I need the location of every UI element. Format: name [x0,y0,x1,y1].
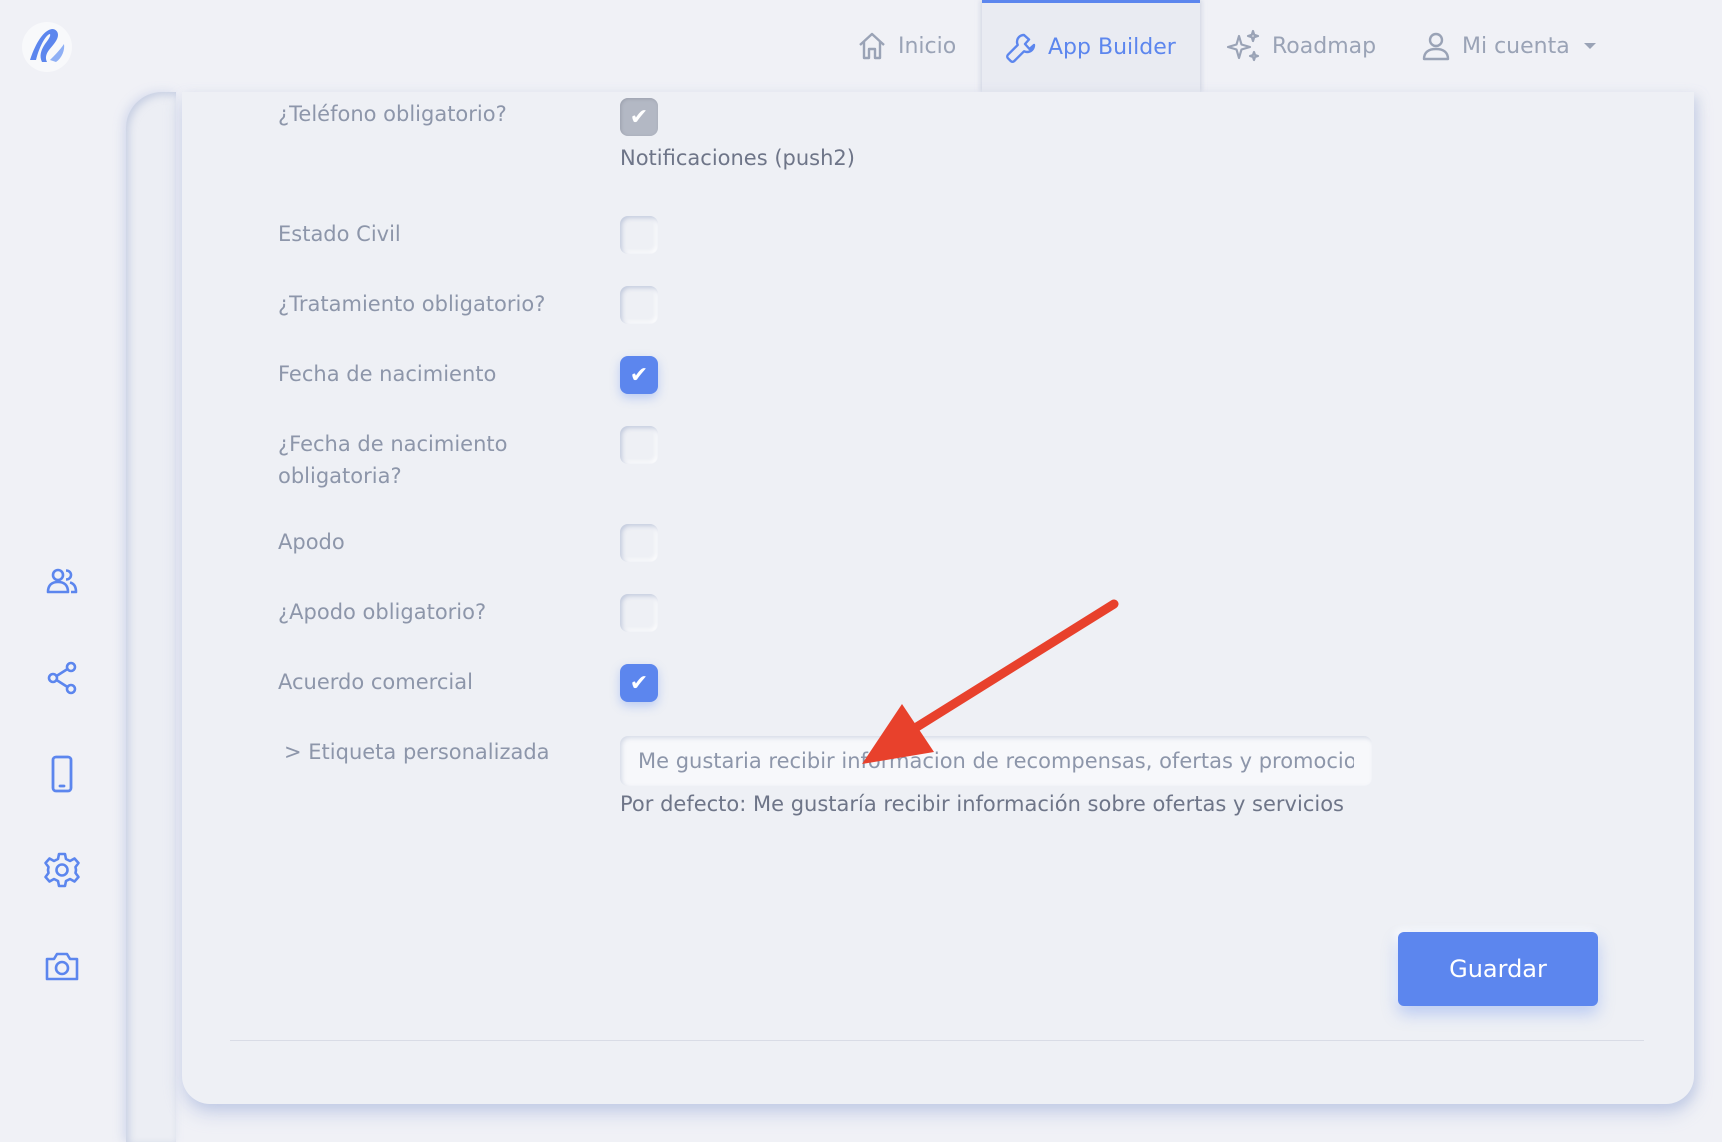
settings-card: ¿Teléfono obligatorio? ✔ Notificaciones … [182,92,1694,1104]
user-icon [1422,32,1450,61]
row-label-apodo-obligatorio: ¿Apodo obligatorio? [278,600,487,624]
sparkles-icon [1226,29,1260,62]
checkbox-acuerdo-comercial[interactable]: ✔ [620,664,658,702]
row-label-fecha-nacimiento: Fecha de nacimiento [278,362,497,386]
nav-roadmap-label: Roadmap [1272,33,1377,59]
notificaciones-note: Notificaciones (push2) [620,146,855,170]
users-icon[interactable] [42,562,82,602]
divider [230,1040,1644,1041]
gear-icon[interactable] [42,850,82,890]
checkbox-apodo-obligatorio[interactable] [620,594,658,632]
row-label-acuerdo-comercial: Acuerdo comercial [278,670,473,694]
save-button[interactable]: Guardar [1398,932,1598,1006]
checkbox-apodo[interactable] [620,524,658,562]
checkbox-telefono-obligatorio[interactable]: ✔ [620,98,658,136]
check-icon: ✔ [629,670,649,696]
check-icon: ✔ [629,362,649,388]
annotation-arrow-icon [862,599,1119,764]
nav-mi-cuenta-label: Mi cuenta [1462,33,1570,59]
row-label-apodo: Apodo [278,530,345,554]
row-label-tratamiento-obligatorio: ¿Tratamiento obligatorio? [278,292,546,316]
row-label-estado-civil: Estado Civil [278,222,401,246]
nav-app-builder-label: App Builder [1048,35,1176,60]
checkbox-fecha-nacimiento[interactable]: ✔ [620,356,658,394]
default-hint: Por defecto: Me gustaría recibir informa… [620,792,1344,816]
side-rail [0,92,126,1142]
row-label-fecha-nacimiento-obligatoria: ¿Fecha de nacimiento obligatoria? [278,432,508,488]
chevron-down-icon [1583,43,1596,49]
nav-inicio[interactable]: Inicio [856,0,956,92]
nav-inicio-label: Inicio [898,33,957,59]
checkbox-tratamiento-obligatorio[interactable] [620,286,658,324]
camera-icon[interactable] [42,946,82,986]
home-icon [859,32,885,60]
phone-icon[interactable] [42,754,82,794]
top-navigation: Inicio App Builder Roadmap Mi cuenta [0,0,1722,92]
checkbox-estado-civil[interactable] [620,216,658,254]
app-logo-icon[interactable] [20,20,74,74]
check-icon: ✔ [629,104,649,130]
custom-label-caption: > Etiqueta personalizada [284,740,550,764]
nav-roadmap[interactable]: Roadmap [1226,0,1376,92]
wrench-icon [1006,33,1036,63]
checkbox-fecha-nacimiento-obligatoria[interactable] [620,426,658,464]
nav-app-builder[interactable]: App Builder [982,0,1200,92]
nav-mi-cuenta[interactable]: Mi cuenta [1420,0,1596,92]
content-frame-edge [126,92,176,1142]
row-label-telefono-obligatorio: ¿Teléfono obligatorio? [278,102,507,126]
share-icon[interactable] [42,658,82,698]
